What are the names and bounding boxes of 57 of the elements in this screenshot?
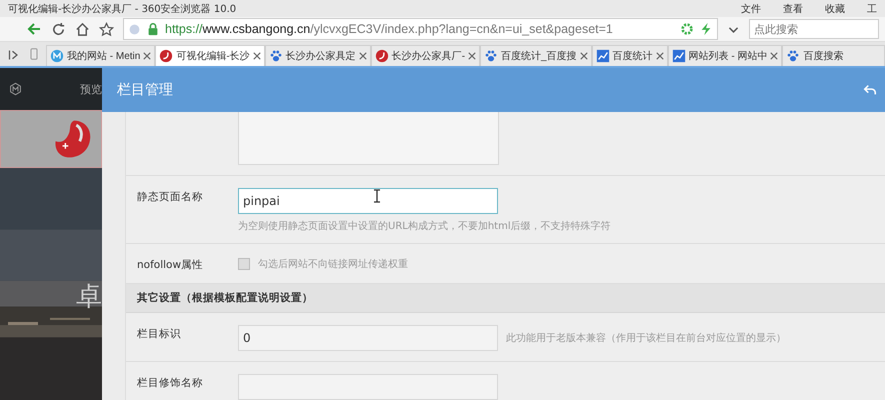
section-header: 其它设置（根据模板配置说明设置） <box>126 284 885 313</box>
checkbox[interactable] <box>238 258 250 270</box>
browser-tab[interactable]: 长沙办公家具厂- <box>370 45 480 66</box>
close-icon[interactable] <box>468 52 476 60</box>
browser-tab[interactable]: 百度搜索 <box>782 45 885 66</box>
browser-tab[interactable]: 长沙办公家具定 <box>264 45 371 66</box>
home-icon[interactable] <box>75 22 90 36</box>
browser-tab[interactable]: 网站列表 - 网站中 <box>668 45 782 66</box>
browser-tab[interactable]: 可视化编辑-长沙 <box>155 45 265 66</box>
field-label: nofollow属性 <box>137 258 204 272</box>
menu-item[interactable]: 工 <box>867 2 877 16</box>
lightning-icon[interactable] <box>699 22 713 36</box>
browser-tab[interactable]: 我的网站 - Metin <box>46 45 156 66</box>
text-field[interactable]: pinpai <box>238 188 498 214</box>
line-chart-icon <box>596 49 610 63</box>
reload-icon[interactable] <box>51 22 66 36</box>
close-icon[interactable] <box>358 52 367 60</box>
paw-icon <box>786 49 800 63</box>
paw-icon <box>268 49 283 63</box>
field-hint: 为空则使用静态页面设置中设置的URL构成方式，不要加html后缀，不支持特殊字符 <box>238 220 611 233</box>
field-note: 此功能用于老版本兼容（作用于该栏目在前台对应位置的显示） <box>506 332 786 345</box>
close-icon[interactable] <box>580 52 588 60</box>
menu-item[interactable]: 收藏 <box>825 2 845 16</box>
lock-icon <box>146 22 160 36</box>
field-label: 栏目标识 <box>137 327 182 342</box>
banner-text: 卓 <box>76 284 102 310</box>
swan-logo-icon <box>159 49 174 63</box>
nav-link[interactable]: 预览 <box>80 82 102 96</box>
browser-tab[interactable]: 百度统计 <box>592 45 668 66</box>
swan-logo-icon <box>374 49 389 63</box>
letter-m-icon <box>50 49 64 63</box>
line-chart-icon <box>672 49 686 63</box>
url-text: https://www.csbangong.cn/ylcvxgEC3V/index.php?lang=cn&n=ui_set&pageset=1 <box>165 22 613 36</box>
window-title: 可视化编辑-长沙办公家具厂 - 360安全浏览器 10.0 <box>8 2 238 16</box>
text-field[interactable] <box>238 374 498 400</box>
field-label: 静态页面名称 <box>137 190 204 205</box>
back-arrow-icon[interactable] <box>863 83 877 97</box>
hexagon-m-icon[interactable] <box>9 81 22 97</box>
field-label: 栏目修饰名称 <box>137 376 204 391</box>
sidebar-toggle-icon[interactable] <box>8 49 20 61</box>
text-cursor-icon <box>373 189 381 203</box>
browser-tab[interactable]: 百度统计_百度搜 <box>480 45 592 66</box>
close-icon[interactable] <box>656 52 664 60</box>
star-icon[interactable] <box>99 22 114 36</box>
paw-icon <box>484 49 498 63</box>
menu-item[interactable]: 查看 <box>783 2 803 16</box>
close-icon[interactable] <box>252 52 261 60</box>
close-icon[interactable] <box>143 52 152 60</box>
gear-icon[interactable] <box>680 22 694 36</box>
back-icon[interactable] <box>26 21 42 37</box>
dialog-title: 栏目管理 <box>117 81 173 99</box>
text-field[interactable]: 0 <box>238 325 498 351</box>
search-field[interactable]: 点此搜索 <box>749 19 879 39</box>
checkbox-label: 勾选后网站不向链接网址传递权重 <box>258 258 408 271</box>
close-icon[interactable] <box>770 52 778 60</box>
address-field[interactable]: https://www.csbangong.cn/ylcvxgEC3V/index.php?lang=cn&n=ui_set&pageset=1 <box>123 18 718 40</box>
menu-item[interactable]: 文件 <box>741 2 761 16</box>
